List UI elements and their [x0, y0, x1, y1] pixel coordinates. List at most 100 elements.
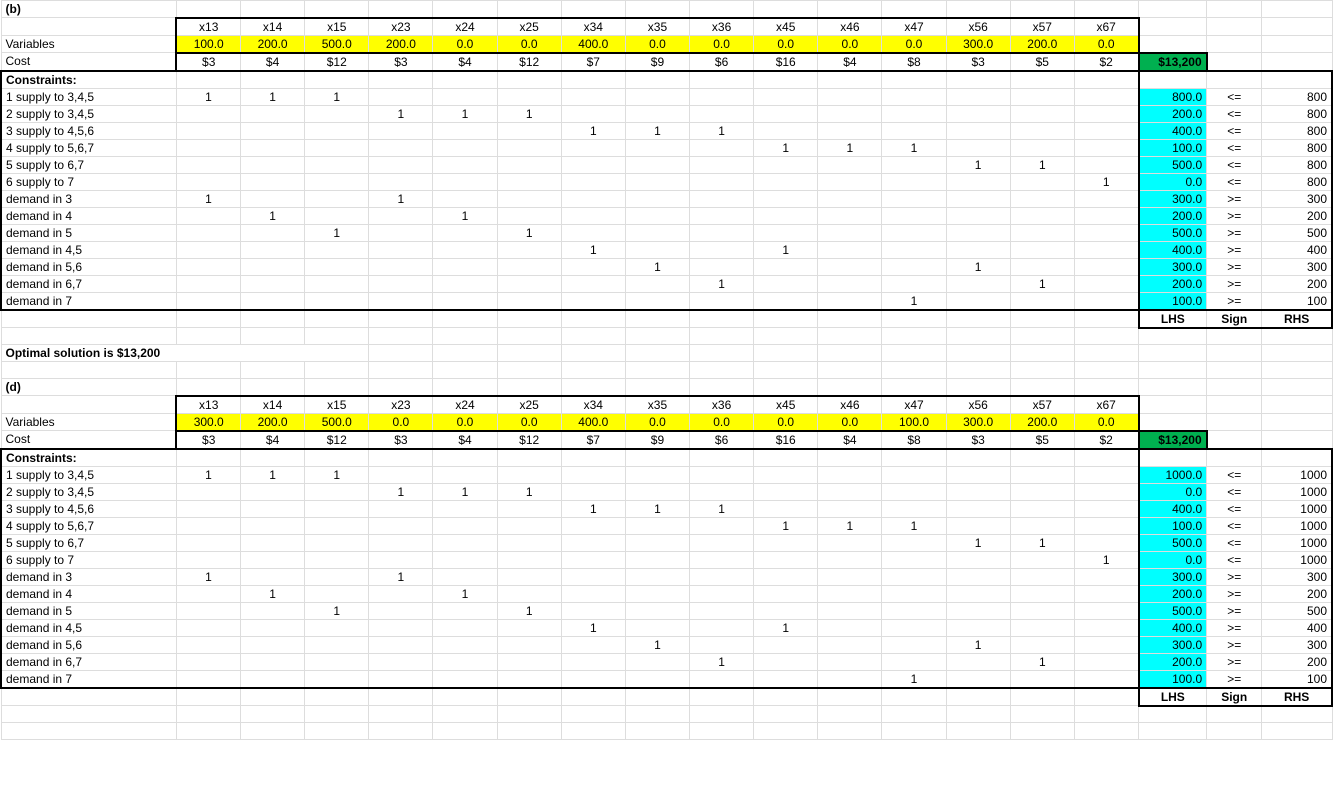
coeff-cell [625, 105, 689, 122]
coeff-cell [369, 156, 433, 173]
coeff-cell [690, 568, 754, 585]
coeff-cell [433, 292, 497, 310]
footer-lhs: LHS [1139, 310, 1207, 328]
coeff-cell [241, 653, 305, 670]
constraint-label: demand in 5,6 [1, 636, 176, 653]
coeff-cell [1074, 105, 1138, 122]
coeff-cell [754, 292, 818, 310]
coeff-cell [241, 483, 305, 500]
coeff-cell [818, 568, 882, 585]
cost-value: $12 [305, 431, 369, 449]
coeff-cell [497, 275, 561, 292]
coeff-cell [305, 636, 369, 653]
coeff-cell [369, 466, 433, 483]
coeff-cell [690, 534, 754, 551]
coeff-cell [1074, 517, 1138, 534]
constraint-label: 1 supply to 3,4,5 [1, 88, 176, 105]
coeff-cell [561, 636, 625, 653]
rhs-value: 300 [1262, 190, 1332, 207]
variable-value: 100.0 [882, 413, 946, 431]
coeff-cell [1074, 653, 1138, 670]
coeff-cell [690, 224, 754, 241]
coeff-cell [625, 585, 689, 602]
constraint-label: 5 supply to 6,7 [1, 534, 176, 551]
coeff-cell [176, 500, 240, 517]
coeff-cell: 1 [369, 105, 433, 122]
coeff-cell [241, 534, 305, 551]
coeff-cell: 1 [561, 500, 625, 517]
coeff-cell [882, 105, 946, 122]
lhs-value: 100.0 [1139, 139, 1207, 156]
cost-value: $12 [305, 53, 369, 71]
constraints-label: Constraints: [1, 449, 176, 467]
coeff-cell: 1 [305, 88, 369, 105]
coeff-cell [305, 551, 369, 568]
rhs-value: 1000 [1262, 466, 1332, 483]
coeff-cell [241, 517, 305, 534]
coeff-cell [176, 636, 240, 653]
sign-value: >= [1207, 568, 1262, 585]
coeff-cell [305, 275, 369, 292]
coeff-cell [1074, 224, 1138, 241]
lhs-value: 400.0 [1139, 619, 1207, 636]
lhs-value: 200.0 [1139, 653, 1207, 670]
coeff-cell: 1 [946, 258, 1010, 275]
variable-header: x56 [946, 18, 1010, 36]
coeff-cell [241, 241, 305, 258]
coeff-cell [882, 156, 946, 173]
coeff-cell [369, 207, 433, 224]
coeff-cell [561, 173, 625, 190]
coeff-cell [305, 619, 369, 636]
rhs-value: 100 [1262, 292, 1332, 310]
variable-value: 0.0 [433, 35, 497, 53]
part-label: (d) [1, 379, 176, 396]
lhs-value: 500.0 [1139, 224, 1207, 241]
rhs-value: 800 [1262, 139, 1332, 156]
coeff-cell [1074, 636, 1138, 653]
coeff-cell [818, 275, 882, 292]
coeff-cell [946, 122, 1010, 139]
coeff-cell [882, 483, 946, 500]
variable-header: x14 [241, 18, 305, 36]
coeff-cell [433, 500, 497, 517]
total-cost: $13,200 [1139, 53, 1207, 71]
coeff-cell: 1 [818, 139, 882, 156]
coeff-cell [946, 517, 1010, 534]
variable-header: x36 [690, 396, 754, 414]
coeff-cell [305, 670, 369, 688]
coeff-cell [433, 88, 497, 105]
coeff-cell [433, 275, 497, 292]
coeff-cell [1074, 500, 1138, 517]
variable-header: x57 [1010, 396, 1074, 414]
variable-header: x47 [882, 18, 946, 36]
coeff-cell [433, 224, 497, 241]
coeff-cell [176, 619, 240, 636]
coeff-cell [818, 173, 882, 190]
coeff-cell [818, 258, 882, 275]
coeff-cell [1010, 258, 1074, 275]
coeff-cell [1010, 500, 1074, 517]
variables-label: Variables [1, 413, 176, 431]
constraint-label: demand in 6,7 [1, 275, 176, 292]
cost-value: $7 [561, 431, 625, 449]
cost-value: $3 [946, 431, 1010, 449]
sign-value: >= [1207, 258, 1262, 275]
cost-value: $6 [690, 431, 754, 449]
coeff-cell [754, 670, 818, 688]
coeff-cell [241, 275, 305, 292]
coeff-cell: 1 [497, 224, 561, 241]
constraint-label: 4 supply to 5,6,7 [1, 517, 176, 534]
variable-value: 0.0 [1074, 35, 1138, 53]
coeff-cell [1010, 105, 1074, 122]
coeff-cell [369, 139, 433, 156]
coeff-cell [818, 190, 882, 207]
coeff-cell [241, 173, 305, 190]
coeff-cell [946, 653, 1010, 670]
coeff-cell [176, 139, 240, 156]
coeff-cell [754, 551, 818, 568]
coeff-cell [818, 670, 882, 688]
cost-value: $4 [818, 431, 882, 449]
coeff-cell [1010, 602, 1074, 619]
coeff-cell [754, 156, 818, 173]
coeff-cell: 1 [369, 190, 433, 207]
